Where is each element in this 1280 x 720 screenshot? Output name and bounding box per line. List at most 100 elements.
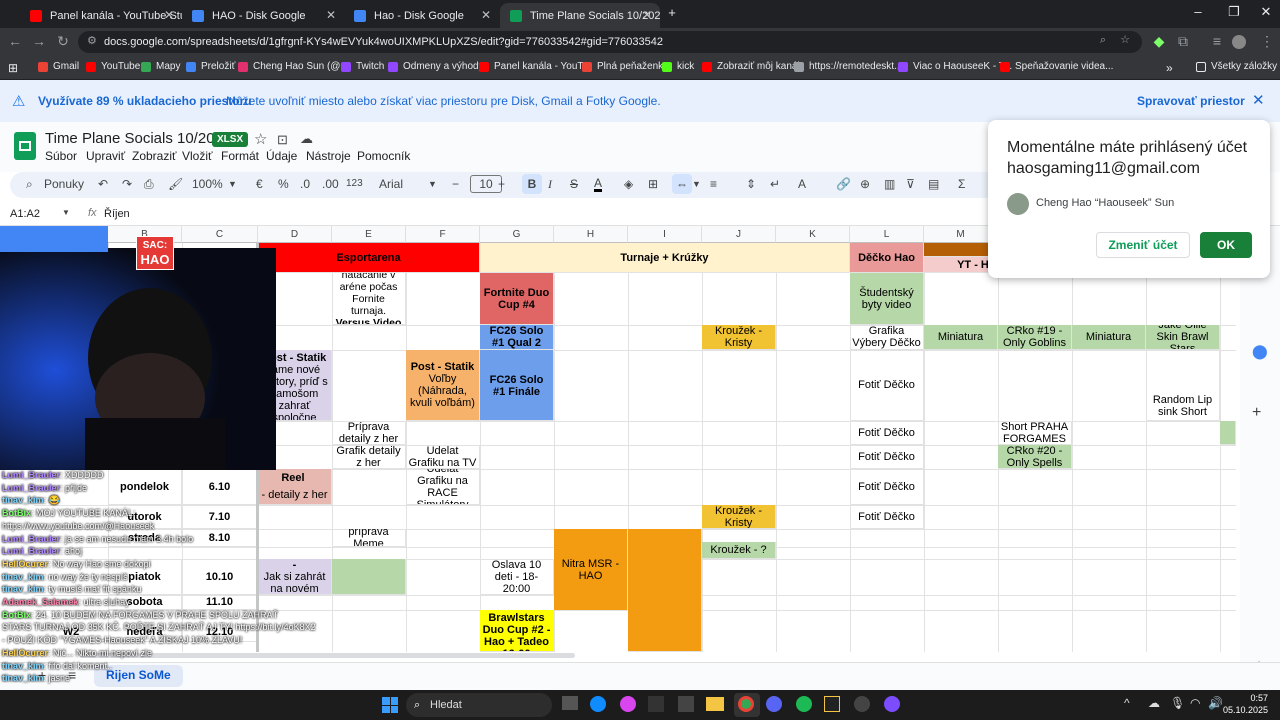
- text-color-icon[interactable]: A: [594, 177, 603, 192]
- close-tab-icon[interactable]: ✕: [164, 8, 174, 22]
- column-header-g[interactable]: G: [480, 226, 554, 243]
- tray-network-icon[interactable]: ☁: [1148, 696, 1160, 710]
- menu-view[interactable]: Zobraziť: [132, 149, 177, 163]
- wifi-icon[interactable]: ◠: [1190, 696, 1200, 710]
- cell-esportarena[interactable]: Esportarena: [258, 243, 480, 273]
- discord-icon[interactable]: [766, 696, 782, 712]
- chrome-icon[interactable]: [738, 696, 754, 712]
- star-icon[interactable]: ☆: [254, 130, 267, 148]
- sheets-logo-icon[interactable]: [14, 132, 36, 160]
- app-icon[interactable]: [884, 696, 900, 712]
- cell-g10[interactable]: Oslava 10 deti - 18-20:00: [480, 559, 554, 595]
- cloud-status-icon[interactable]: ☁: [300, 131, 313, 147]
- extension-icon[interactable]: ◆: [1150, 33, 1168, 50]
- apps-grid-icon[interactable]: ⊞: [8, 61, 18, 75]
- bookmark-gmail[interactable]: Gmail: [38, 61, 79, 72]
- cell-j3[interactable]: Kroužek - Kristy: [702, 325, 776, 350]
- move-folder-icon[interactable]: ⊡: [277, 132, 288, 148]
- cell-e9[interactable]: príprava Meme: [332, 529, 406, 547]
- zoom-select[interactable]: 100%: [192, 177, 223, 191]
- menu-format[interactable]: Formát: [221, 149, 259, 163]
- menu-data[interactable]: Údaje: [266, 149, 297, 163]
- cell-n6[interactable]: CRko #20 - Only Spells: [998, 445, 1072, 469]
- manage-storage-link[interactable]: Spravovať priestor: [1137, 94, 1245, 108]
- bookmark-star-icon[interactable]: ☆: [1120, 33, 1130, 46]
- change-account-button[interactable]: Zmeniť účet: [1096, 232, 1190, 258]
- tab-hao-disk-2[interactable]: Hao - Disk Google ✕: [344, 3, 499, 28]
- insert-link-icon[interactable]: 🔗: [836, 177, 851, 191]
- site-info-icon[interactable]: ⚙: [87, 34, 97, 47]
- cell-e2[interactable]: natáčanie v aréne počas Fornite turnaja.…: [332, 273, 406, 325]
- column-header-k[interactable]: K: [776, 226, 850, 243]
- align-vertical-icon[interactable]: ⇕: [746, 177, 756, 191]
- column-header-l[interactable]: L: [850, 226, 924, 243]
- cell-l2[interactable]: Študentský byty video: [850, 273, 924, 325]
- more-bookmarks-icon[interactable]: »: [1166, 61, 1173, 75]
- menu-file[interactable]: Súbor: [45, 149, 77, 163]
- back-icon[interactable]: ←: [6, 33, 24, 49]
- strikethrough-icon[interactable]: S: [570, 177, 578, 191]
- taskbar-search-input[interactable]: ⌕ Hledat: [406, 693, 552, 717]
- chevron-down-icon[interactable]: ▼: [428, 179, 437, 189]
- menu-tools[interactable]: Nástroje: [306, 149, 351, 163]
- text-rotation-icon[interactable]: A: [798, 177, 806, 191]
- menu-help[interactable]: Pomocník: [357, 149, 410, 163]
- insert-chart-icon[interactable]: ▥: [884, 177, 895, 191]
- cell-l3[interactable]: Grafika Výbery Děčko: [850, 325, 924, 350]
- cell-decko-hao[interactable]: Děčko Hao: [850, 243, 924, 273]
- bookmark-twitch[interactable]: Twitch: [341, 61, 384, 72]
- cell-j9[interactable]: Kroužek - ?: [702, 542, 776, 559]
- filter-views-icon[interactable]: ▤: [928, 177, 939, 191]
- cell-f4[interactable]: Post - Statik Voľby (Náhrada, kvuli voľb…: [406, 350, 480, 421]
- cell-o3[interactable]: Miniatura: [1072, 325, 1146, 350]
- decrease-font-icon[interactable]: −: [452, 177, 459, 191]
- cell-f6[interactable]: Udelat Grafiku na TV: [406, 445, 480, 469]
- cell-j8[interactable]: Kroužek - Kristy: [702, 505, 776, 529]
- bookmark-mapy[interactable]: Mapy: [141, 61, 180, 72]
- column-header-h[interactable]: H: [554, 226, 628, 243]
- windows-start-icon[interactable]: [382, 697, 398, 713]
- column-header-d[interactable]: D: [258, 226, 332, 243]
- bookmark-youtube[interactable]: YouTube: [86, 61, 140, 72]
- obs-icon[interactable]: [854, 696, 870, 712]
- cell-e6[interactable]: Grafik detaily z her: [332, 445, 406, 469]
- url-input[interactable]: ⚙ docs.google.com/spreadsheets/d/1gfrgnf…: [78, 31, 1142, 53]
- app-icon[interactable]: [824, 696, 840, 712]
- tab-time-plane[interactable]: Time Plane Socials 10/2025.xlsx ✕: [500, 3, 660, 28]
- cell-l6[interactable]: Fotiť Děčko: [850, 445, 924, 469]
- app-icon[interactable]: [648, 696, 664, 712]
- all-bookmarks[interactable]: Všetky záložky: [1196, 61, 1277, 72]
- cell-m3[interactable]: Miniatura: [924, 325, 998, 350]
- functions-icon[interactable]: Σ: [958, 177, 965, 191]
- microphone-icon[interactable]: 🎙: [1170, 696, 1185, 710]
- align-horizontal-icon[interactable]: ≡: [710, 177, 717, 191]
- italic-icon[interactable]: I: [548, 177, 552, 192]
- chevron-down-icon[interactable]: ▼: [62, 208, 70, 217]
- media-icon[interactable]: ≡: [1208, 33, 1226, 49]
- increase-font-icon[interactable]: +: [498, 177, 505, 191]
- forward-icon[interactable]: →: [30, 33, 48, 49]
- bookmark-panel-kanala[interactable]: Panel kanála - YouT...: [479, 61, 591, 72]
- menu-insert[interactable]: Vložiť: [182, 149, 213, 163]
- close-tab-icon[interactable]: ✕: [481, 8, 491, 22]
- task-view-icon[interactable]: [562, 696, 578, 710]
- cell-l8[interactable]: Fotiť Děčko: [850, 505, 924, 529]
- cell-p3[interactable]: Jake Ollie Skin Brawl Stars: [1146, 325, 1220, 350]
- cell-yt-ha[interactable]: YT - Ha: [924, 257, 998, 273]
- merge-cells-icon[interactable]: ⇔: [672, 174, 692, 194]
- bookmark-haouseek[interactable]: Viac o HaouseeK - T...: [898, 61, 1012, 72]
- redo-icon[interactable]: ↷: [122, 177, 132, 191]
- close-banner-icon[interactable]: ✕: [1252, 91, 1265, 109]
- cell-turnaje[interactable]: Turnaje + Krúžky: [480, 243, 850, 273]
- tab-youtube-studio[interactable]: Panel kanála - YouTube Studio ✕: [20, 3, 182, 28]
- number-format-button[interactable]: 123: [346, 178, 363, 189]
- cell-m1-top[interactable]: [924, 243, 998, 257]
- app-icon[interactable]: [678, 696, 694, 712]
- zoom-icon[interactable]: ⌕: [1100, 34, 1106, 47]
- maps-icon[interactable]: ⬤: [1252, 343, 1268, 360]
- column-header-f[interactable]: F: [406, 226, 480, 243]
- close-tab-icon[interactable]: ✕: [642, 8, 652, 22]
- search-menus-input[interactable]: Ponuky: [44, 177, 84, 191]
- bookmark-moj-kanal[interactable]: Zobraziť môj kanál: [702, 61, 800, 72]
- cell-e5[interactable]: Príprava detaily z her: [332, 421, 406, 445]
